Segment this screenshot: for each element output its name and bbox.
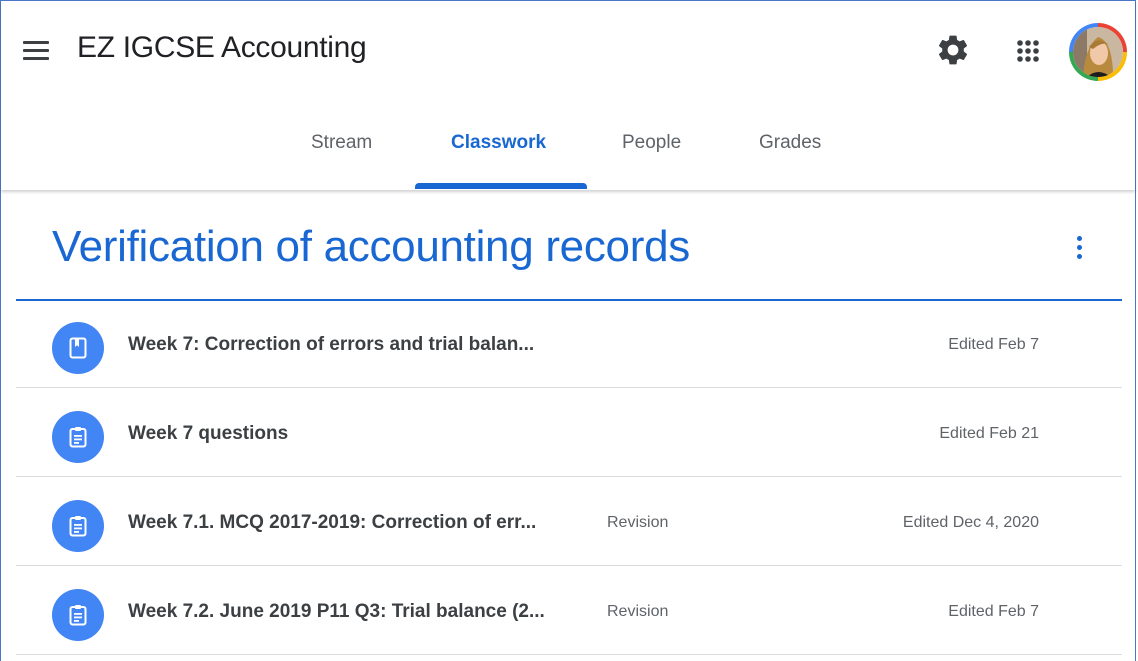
topic-title: Verification of accounting records [52, 222, 690, 271]
item-edited-date: Edited Feb 21 [939, 425, 1039, 442]
item-edited-date: Edited Feb 7 [948, 336, 1039, 353]
avatar-photo [1073, 27, 1123, 77]
row-divider [16, 654, 1122, 655]
item-title[interactable]: Week 7 questions [128, 423, 288, 445]
item-edited-date: Edited Dec 4, 2020 [902, 514, 1039, 531]
item-topic-label: Revision [607, 603, 669, 620]
tab-people[interactable]: People [622, 132, 681, 154]
classwork-item-row[interactable]: Week 7.1. MCQ 2017-2019: Correction of e… [16, 478, 1122, 566]
item-title[interactable]: Week 7.2. June 2019 P11 Q3: Trial balanc… [128, 601, 545, 623]
gear-icon[interactable] [935, 32, 971, 68]
row-divider [16, 476, 1122, 477]
assignment-clipboard-icon [52, 589, 104, 641]
top-app-bar: EZ IGCSE Accounting Stream Classwork Peo… [1, 1, 1135, 190]
tab-bar: Stream Classwork People Grades [1, 121, 1135, 190]
classwork-item-row[interactable]: Week 7.2. June 2019 P11 Q3: Trial balanc… [16, 567, 1122, 655]
assignment-clipboard-icon [52, 411, 104, 463]
tab-classwork[interactable]: Classwork [451, 132, 546, 154]
hamburger-menu-icon[interactable] [23, 39, 49, 61]
assignment-clipboard-icon [52, 500, 104, 552]
class-title[interactable]: EZ IGCSE Accounting [77, 31, 367, 65]
user-avatar[interactable] [1069, 23, 1127, 81]
tab-stream[interactable]: Stream [311, 132, 372, 154]
row-divider [16, 565, 1122, 566]
tab-grades[interactable]: Grades [759, 132, 821, 154]
active-tab-indicator [415, 183, 587, 189]
item-topic-label: Revision [607, 514, 669, 531]
item-edited-date: Edited Feb 7 [948, 603, 1039, 620]
apps-grid-icon[interactable] [1011, 34, 1045, 68]
more-vert-icon[interactable] [1066, 232, 1094, 264]
material-book-icon [52, 322, 104, 374]
item-title[interactable]: Week 7: Correction of errors and trial b… [128, 334, 534, 356]
item-title[interactable]: Week 7.1. MCQ 2017-2019: Correction of e… [128, 512, 536, 534]
classwork-item-row[interactable]: Week 7 questions Edited Feb 21 [16, 389, 1122, 477]
classwork-item-row[interactable]: Week 7: Correction of errors and trial b… [16, 300, 1122, 388]
row-divider [16, 387, 1122, 388]
